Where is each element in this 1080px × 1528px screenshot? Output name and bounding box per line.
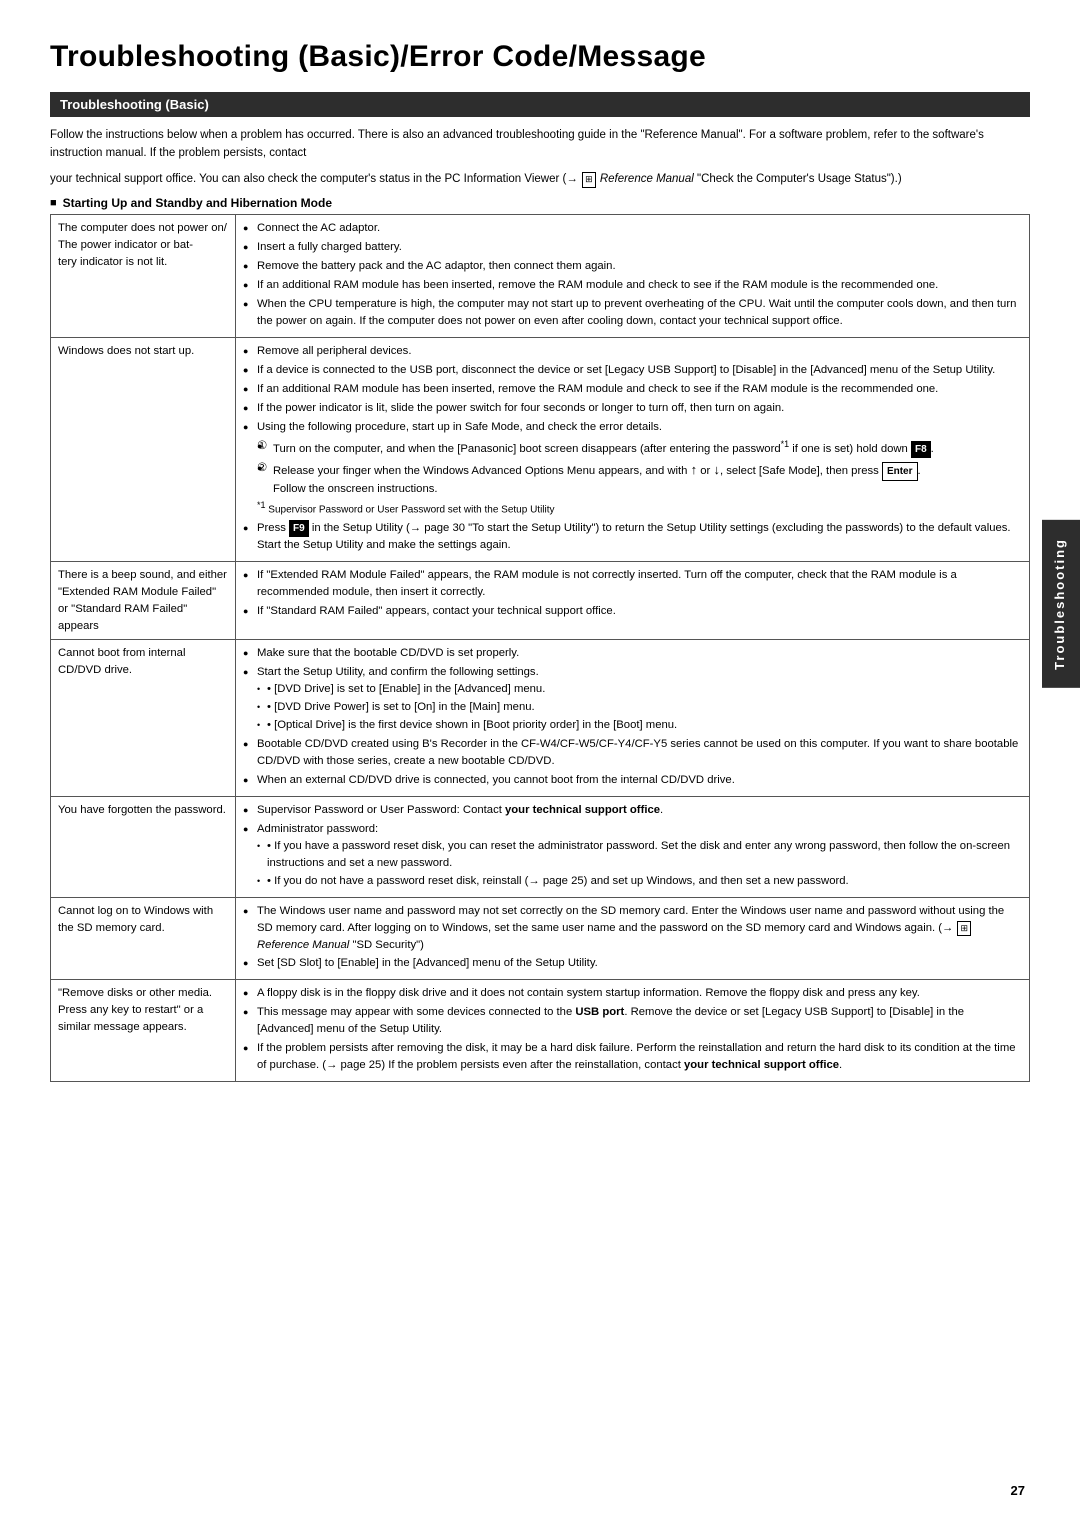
intro-suffix: "Check the Computer's Usage Status"). — [697, 173, 898, 185]
solution-cell: If "Extended RAM Module Failed" appears,… — [236, 561, 1030, 640]
solution-cell: The Windows user name and password may n… — [236, 897, 1030, 980]
table-row: "Remove disks or other media. Press any … — [51, 980, 1030, 1082]
table-row: Cannot boot from internal CD/DVD drive. … — [51, 640, 1030, 797]
reference-label: Reference Manual — [600, 173, 694, 185]
subsection-header: Starting Up and Standby and Hibernation … — [50, 196, 1030, 210]
problem-cell: You have forgotten the password. — [51, 796, 236, 897]
pc-icon: ⊞ — [582, 172, 596, 188]
solution-cell: Make sure that the bootable CD/DVD is se… — [236, 640, 1030, 797]
table-row: There is a beep sound, and either "Exten… — [51, 561, 1030, 640]
problem-cell: Windows does not start up. — [51, 338, 236, 562]
problem-cell: Cannot log on to Windows with the SD mem… — [51, 897, 236, 980]
problem-cell: Cannot boot from internal CD/DVD drive. — [51, 640, 236, 797]
solution-cell: Supervisor Password or User Password: Co… — [236, 796, 1030, 897]
problem-cell: There is a beep sound, and either "Exten… — [51, 561, 236, 640]
side-tab: Troubleshooting — [1042, 520, 1080, 688]
table-row: You have forgotten the password. Supervi… — [51, 796, 1030, 897]
table-row: The computer does not power on/ The powe… — [51, 215, 1030, 338]
intro-paragraph-1: Follow the instructions below when a pro… — [50, 127, 1030, 163]
troubleshooting-table: The computer does not power on/ The powe… — [50, 214, 1030, 1082]
problem-cell: The computer does not power on/ The powe… — [51, 215, 236, 338]
problem-cell: "Remove disks or other media. Press any … — [51, 980, 236, 1082]
table-row: Cannot log on to Windows with the SD mem… — [51, 897, 1030, 980]
solution-cell: A floppy disk is in the floppy disk driv… — [236, 980, 1030, 1082]
section-header: Troubleshooting (Basic) — [50, 92, 1030, 117]
page-number: 27 — [1011, 1483, 1025, 1498]
page-title: Troubleshooting (Basic)/Error Code/Messa… — [50, 40, 1030, 74]
solution-cell: Connect the AC adaptor. Insert a fully c… — [236, 215, 1030, 338]
table-row: Windows does not start up. Remove all pe… — [51, 338, 1030, 562]
pc-icon-2: ⊞ — [957, 921, 971, 937]
solution-cell: Remove all peripheral devices. ● If a de… — [236, 338, 1030, 562]
intro-paragraph-2: your technical support office. You can a… — [50, 171, 1030, 189]
